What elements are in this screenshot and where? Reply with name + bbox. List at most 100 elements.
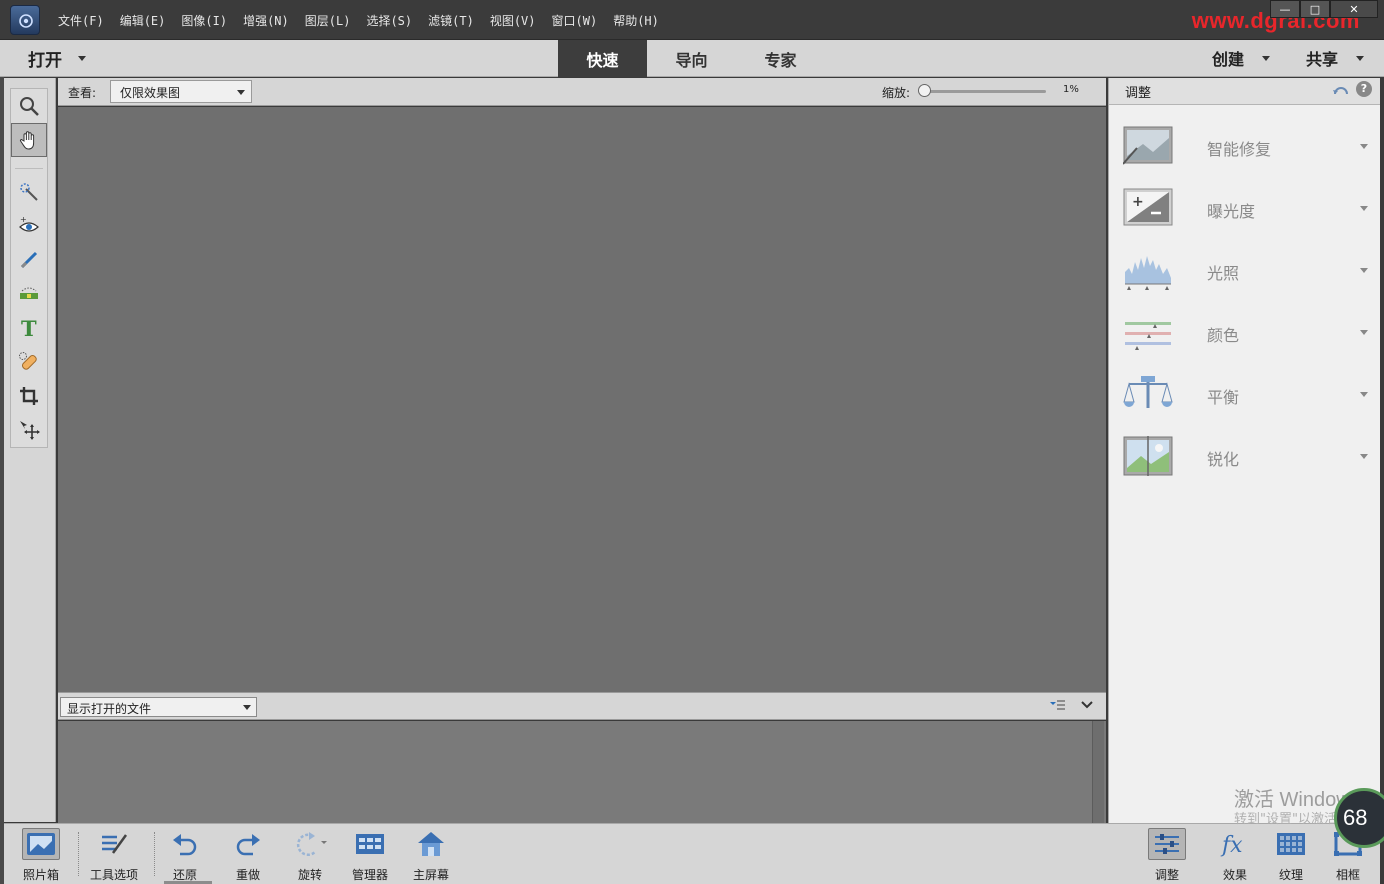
texture-icon	[1272, 828, 1310, 860]
adjust-panel-button[interactable]: 调整	[1148, 828, 1186, 883]
redo-button[interactable]: 重做	[229, 828, 267, 883]
move-tool[interactable]	[11, 413, 47, 447]
crop-tool[interactable]	[11, 379, 47, 413]
adjust-item-exposure[interactable]: + 曝光度	[1109, 178, 1380, 240]
close-button[interactable]: ✕	[1330, 0, 1378, 18]
straighten-tool[interactable]	[11, 277, 47, 311]
open-button[interactable]: 打开	[28, 40, 86, 76]
effects-button[interactable]: fx 效果	[1216, 828, 1254, 883]
spot-healing-tool[interactable]	[11, 345, 47, 379]
zoom-value: 1%	[1063, 84, 1079, 95]
organizer-button[interactable]: 管理器	[351, 828, 389, 883]
redo-label: 重做	[235, 868, 260, 882]
menu-window[interactable]: 窗口(W)	[544, 12, 606, 29]
bottom-bar: 照片箱 工具选项 还原 重做 旋转 管理器 主屏幕 调整 fx 效果 纹理 相框	[4, 823, 1380, 884]
collapse-chevron-icon[interactable]	[1080, 698, 1094, 712]
menu-layer[interactable]: 图层(L)	[297, 12, 359, 29]
redo-icon	[229, 828, 267, 860]
smart-fix-icon	[1123, 126, 1173, 165]
crop-icon	[20, 387, 38, 405]
textures-label: 纹理	[1278, 868, 1303, 882]
chevron-down-icon	[1360, 144, 1368, 149]
menu-select[interactable]: 选择(S)	[358, 12, 420, 29]
menu-enhance[interactable]: 增强(N)	[235, 12, 297, 29]
photo-bin-icon	[22, 828, 60, 860]
chevron-down-icon	[243, 705, 251, 710]
lighting-icon	[1125, 256, 1171, 290]
adjust-item-balance[interactable]: 平衡	[1109, 364, 1380, 426]
window-controls: — □ ✕	[1270, 0, 1378, 18]
quick-selection-tool[interactable]	[11, 175, 47, 209]
chevron-down-icon	[1360, 454, 1368, 459]
whiten-teeth-tool[interactable]	[11, 243, 47, 277]
menu-view[interactable]: 视图(V)	[482, 12, 544, 29]
rotate-button[interactable]: 旋转	[291, 828, 329, 883]
windows-activation-subtitle: 转到"设置"以激活	[1234, 812, 1337, 827]
chevron-down-icon	[1360, 330, 1368, 335]
organizer-label: 管理器	[351, 868, 388, 882]
chevron-down-icon	[1360, 206, 1368, 211]
view-select[interactable]: 仅限效果图	[110, 80, 252, 103]
adjust-panel: 调整 ? 智能修复 + 曝光度 光照 颜色 平衡 锐化	[1108, 78, 1380, 823]
adjust-item-label: 曝光度	[1207, 202, 1256, 221]
tool-options-button[interactable]: 工具选项	[90, 828, 138, 883]
svg-text:T: T	[21, 317, 37, 339]
menu-file[interactable]: 文件(F)	[50, 12, 112, 29]
share-label: 共享	[1305, 50, 1338, 69]
share-menu[interactable]: 共享	[1306, 46, 1364, 70]
separator	[154, 832, 155, 876]
svg-text:+: +	[20, 215, 27, 224]
app-logo[interactable]	[10, 5, 40, 35]
menu-edit[interactable]: 编辑(E)	[112, 12, 174, 29]
bin-filter-select[interactable]: 显示打开的文件	[60, 697, 257, 717]
create-menu[interactable]: 创建	[1212, 46, 1270, 70]
zoom-label: 缩放:	[882, 86, 911, 100]
bin-menu-icon[interactable]	[1048, 698, 1066, 712]
exposure-icon: +	[1123, 188, 1173, 226]
zoom-slider-track[interactable]	[920, 90, 1046, 93]
photo-bin-bar: 显示打开的文件	[58, 692, 1106, 720]
move-icon	[20, 421, 40, 440]
level-icon	[20, 287, 38, 299]
open-label: 打开	[28, 50, 62, 71]
home-screen-button[interactable]: 主屏幕	[412, 828, 450, 883]
undo-button[interactable]: 还原	[166, 828, 204, 883]
textures-button[interactable]: 纹理	[1272, 828, 1310, 883]
help-icon[interactable]: ?	[1356, 81, 1372, 97]
zoom-slider-thumb[interactable]	[918, 84, 931, 97]
eye-icon: +	[19, 215, 39, 232]
menu-help[interactable]: 帮助(H)	[605, 12, 667, 29]
adjust-item-color[interactable]: 颜色	[1109, 302, 1380, 364]
reset-icon[interactable]	[1332, 82, 1350, 98]
hand-tool[interactable]	[11, 123, 47, 157]
mode-tabs: 快速 导向 专家	[558, 40, 825, 77]
tab-expert[interactable]: 专家	[736, 40, 825, 77]
maximize-button[interactable]: □	[1300, 0, 1330, 18]
red-eye-tool[interactable]: +	[11, 209, 47, 243]
adjust-item-lighting[interactable]: 光照	[1109, 240, 1380, 302]
photo-bin-area[interactable]	[58, 721, 1106, 823]
image-canvas[interactable]	[58, 107, 1106, 692]
zoom-tool[interactable]	[11, 89, 47, 123]
menu-bar: 文件(F) 编辑(E) 图像(I) 增强(N) 图层(L) 选择(S) 滤镜(T…	[50, 0, 667, 40]
tool-separator	[15, 159, 43, 169]
adjust-item-smart-fix[interactable]: 智能修复	[1109, 116, 1380, 178]
minimize-button[interactable]: —	[1270, 0, 1300, 18]
svg-text:+: +	[1132, 194, 1144, 210]
toolbox: + T	[4, 78, 56, 822]
bin-scrollbar[interactable]	[1092, 721, 1104, 823]
tab-quick[interactable]: 快速	[558, 40, 647, 77]
photo-bin-button[interactable]: 照片箱	[22, 828, 60, 883]
adjust-item-label: 智能修复	[1207, 140, 1272, 159]
hand-icon	[19, 131, 35, 150]
color-icon	[1125, 322, 1171, 350]
menu-image[interactable]: 图像(I)	[173, 12, 235, 29]
adjust-panel-title: 调整	[1125, 86, 1152, 101]
home-icon	[412, 828, 450, 860]
quick-selection-icon	[20, 183, 38, 201]
text-tool[interactable]: T	[11, 311, 47, 345]
menu-filter[interactable]: 滤镜(T)	[420, 12, 482, 29]
view-label: 查看:	[68, 86, 97, 100]
tab-guided[interactable]: 导向	[647, 40, 736, 77]
adjust-item-sharpen[interactable]: 锐化	[1109, 426, 1380, 488]
